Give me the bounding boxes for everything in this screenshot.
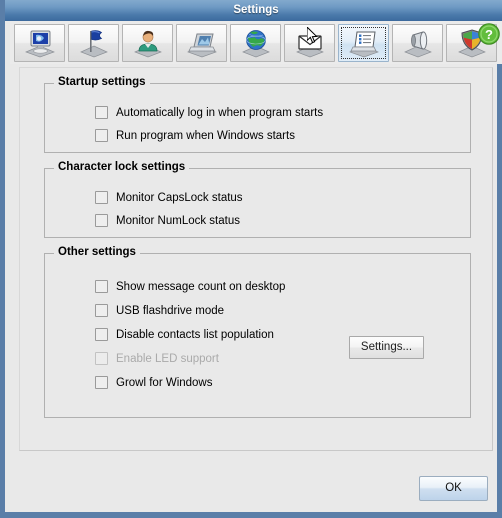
checkbox-row-monitor-capslock[interactable]: Monitor CapsLock status [95,189,243,206]
checkbox-monitor-capslock[interactable] [95,191,108,204]
list-document-icon [348,31,379,58]
ok-button[interactable]: OK [419,476,488,501]
settings-window: Settings ? Startup settings Automaticall… [0,0,502,518]
checkbox-label-show-message-count: Show message count on desktop [116,280,286,293]
flag-icon [79,30,108,58]
group-startup-settings: Startup settings Automatically log in wh… [44,76,471,153]
checkbox-disable-contacts-population[interactable] [95,328,108,341]
envelope-icon [295,35,324,58]
checkbox-label-usb-flashdrive-mode: USB flashdrive mode [116,304,225,317]
checkbox-label-disable-contacts-population: Disable contacts list population [116,328,274,341]
checkbox-growl-for-windows[interactable] [95,376,108,389]
monitor-icon [24,30,55,58]
svg-text:?: ? [485,27,493,42]
globe-icon [241,30,270,58]
checkbox-label-monitor-capslock: Monitor CapsLock status [116,191,243,204]
group-character-lock-settings: Character lock settings Monitor CapsLock… [44,161,471,238]
checkbox-monitor-numlock[interactable] [95,214,108,227]
title-bar: Settings [5,0,502,21]
group-title-other: Other settings [54,246,140,258]
checkbox-label-growl-for-windows: Growl for Windows [116,376,213,389]
settings-button[interactable]: Settings... [349,336,424,359]
checkbox-row-show-message-count[interactable]: Show message count on desktop [95,278,285,295]
checkbox-usb-flashdrive-mode[interactable] [95,304,108,317]
tab-advanced[interactable] [338,24,389,62]
checkbox-label-auto-login: Automatically log in when program starts [116,106,324,119]
checkbox-row-usb-flashdrive-mode[interactable]: USB flashdrive mode [95,302,224,319]
tab-account[interactable] [122,24,173,62]
help-button[interactable]: ? [477,22,501,46]
group-title-character-lock: Character lock settings [54,161,190,173]
checkbox-row-run-on-windows-start[interactable]: Run program when Windows starts [95,127,295,144]
checkbox-label-enable-led-support: Enable LED support [116,352,219,365]
checkbox-label-run-on-windows-start: Run program when Windows starts [116,129,295,142]
checkbox-row-disable-contacts-population[interactable]: Disable contacts list population [95,326,274,343]
settings-client-panel: Startup settings Automatically log in wh… [19,67,493,451]
tab-general[interactable] [14,24,65,62]
checkbox-row-growl-for-windows[interactable]: Growl for Windows [95,374,213,391]
laptop-icon [186,33,217,58]
checkbox-row-auto-login[interactable]: Automatically log in when program starts [95,104,323,121]
checkbox-auto-login[interactable] [95,106,108,119]
speaker-icon [403,31,432,58]
tab-messages[interactable] [284,24,335,62]
help-question-icon: ? [478,23,500,45]
checkbox-show-message-count[interactable] [95,280,108,293]
checkbox-label-monitor-numlock: Monitor NumLock status [116,214,240,227]
checkbox-row-monitor-numlock[interactable]: Monitor NumLock status [95,212,240,229]
tab-sounds[interactable] [392,24,443,62]
checkbox-enable-led-support [95,352,108,365]
person-icon [133,30,162,58]
tab-network[interactable] [230,24,281,62]
checkbox-run-on-windows-start[interactable] [95,129,108,142]
checkbox-row-enable-led-support: Enable LED support [95,350,219,367]
tab-toolbar: ? [10,21,502,64]
tab-display[interactable] [176,24,227,62]
window-title: Settings [233,4,279,16]
tab-status[interactable] [68,24,119,62]
group-title-startup: Startup settings [54,76,150,88]
